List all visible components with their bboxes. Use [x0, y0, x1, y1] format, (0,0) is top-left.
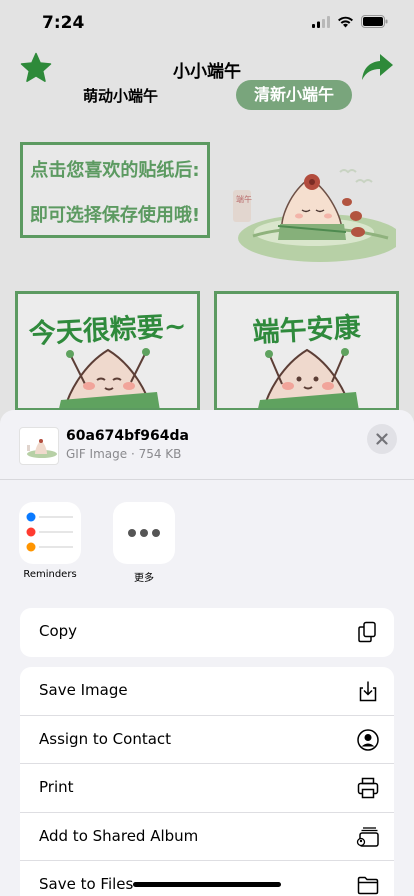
sticker-card-1[interactable]: 今天很粽要~	[15, 291, 200, 411]
more-apps-label: 更多	[134, 573, 154, 584]
shared-album-icon	[356, 826, 379, 847]
file-thumbnail-image	[27, 439, 57, 458]
copy-icon	[358, 621, 376, 643]
zongzi-sticker-2	[258, 348, 359, 408]
wifi-icon	[338, 16, 353, 27]
print-label: Print	[39, 778, 74, 796]
add-to-shared-album-action[interactable]: Add to Shared Album	[20, 813, 394, 861]
close-button[interactable]	[367, 424, 397, 454]
file-thumbnail	[19, 427, 59, 465]
tab-fresh-dragon-boat[interactable]: 清新小端午	[236, 80, 352, 110]
instruction-banner: 点击您喜欢的贴纸后: 即可选择保存使用哦!	[20, 142, 210, 238]
print-action[interactable]: Print	[20, 764, 394, 813]
copy-action-group: Copy	[20, 608, 394, 657]
share-arrow-icon[interactable]	[360, 52, 394, 82]
signal-icon	[312, 15, 330, 28]
share-sheet-header: 60a674bf964da GIF Image · 754 KB	[0, 410, 414, 480]
close-icon	[376, 433, 388, 445]
save-image-label: Save Image	[39, 681, 128, 699]
reminders-app-button[interactable]	[19, 502, 81, 564]
secondary-actions-group: Save Image Assign to Contact Print Add t…	[20, 667, 394, 896]
reminders-app-label: Reminders	[23, 569, 77, 580]
status-time: 7:24	[42, 13, 85, 33]
tab-cute-dragon-boat[interactable]: 萌动小端午	[83, 85, 158, 106]
share-sheet: 60a674bf964da GIF Image · 754 KB Reminde…	[0, 410, 414, 896]
save-to-files-label: Save to Files	[39, 875, 134, 893]
save-image-icon	[359, 681, 377, 702]
zongzi-sticker-1	[59, 348, 160, 408]
copy-label: Copy	[39, 622, 78, 640]
save-to-files-action[interactable]: Save to Files	[20, 861, 394, 896]
zongzi-sign-char-1: 端午	[236, 194, 252, 204]
more-apps-button[interactable]	[113, 502, 175, 564]
more-icon	[128, 529, 160, 537]
file-name: 60a674bf964da	[66, 428, 189, 444]
sticker-card-2[interactable]: 端午安康	[214, 291, 399, 411]
assign-to-contact-action[interactable]: Assign to Contact	[20, 716, 394, 764]
assign-to-contact-label: Assign to Contact	[39, 729, 172, 748]
instruction-line-2: 即可选择保存使用哦!	[29, 205, 201, 226]
printer-icon	[357, 777, 379, 799]
contact-icon	[357, 728, 379, 751]
app-header: 小小端午 萌动小端午 清新小端午	[0, 50, 414, 120]
zongzi-illustration: 端午	[233, 169, 396, 262]
battery-icon	[361, 15, 388, 28]
add-to-shared-album-label: Add to Shared Album	[39, 826, 199, 845]
instruction-line-1: 点击您喜欢的贴纸后:	[30, 160, 200, 181]
home-indicator[interactable]	[133, 882, 281, 887]
file-meta: GIF Image · 754 KB	[66, 447, 182, 461]
status-icons	[312, 15, 388, 28]
app-title: 小小端午	[173, 62, 241, 82]
status-bar: 7:24	[0, 0, 414, 46]
save-image-action[interactable]: Save Image	[20, 667, 394, 716]
folder-icon	[357, 876, 379, 895]
copy-action[interactable]: Copy	[20, 608, 394, 657]
reminders-icon	[26, 512, 73, 552]
